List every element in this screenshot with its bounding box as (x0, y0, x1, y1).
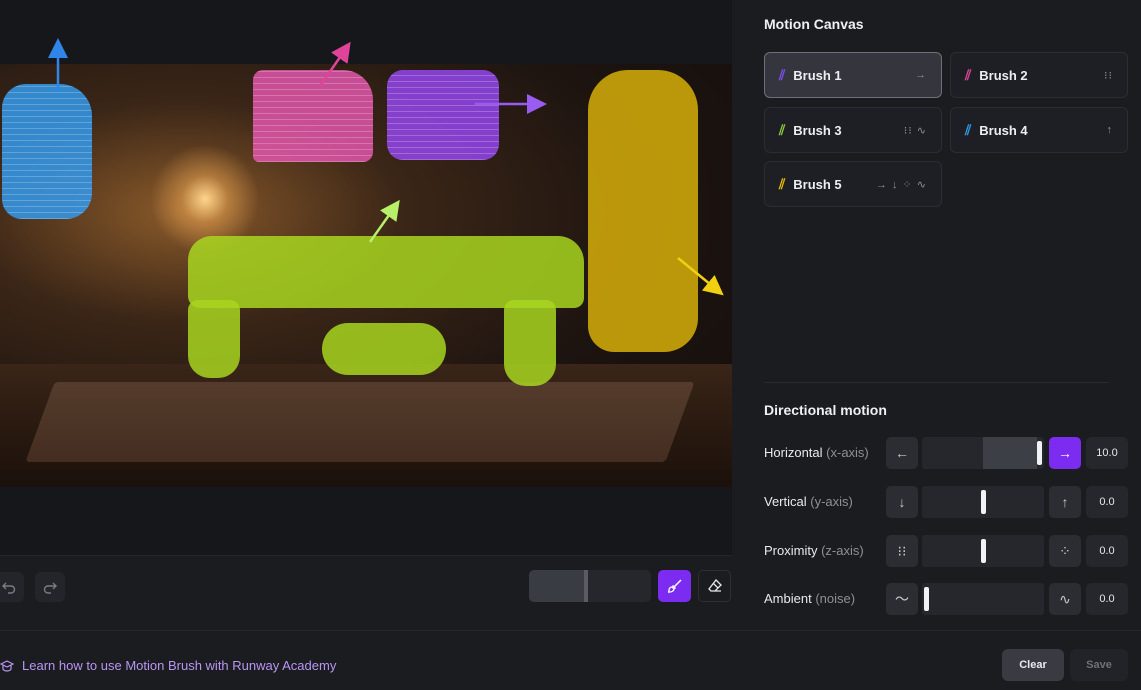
brush-settings-panel: Motion Canvas ⫽ Brush 1 → ⫽ Brush 2 ⁝⁝ ⫽… (732, 0, 1141, 690)
section-divider (764, 382, 1109, 383)
brush-1-color-icon: ⫽ (779, 66, 786, 83)
ambient-slider[interactable] (922, 583, 1044, 615)
brush-3-mask-leg-right (504, 300, 556, 386)
proximity-toward-button[interactable]: ⁘ (1049, 535, 1081, 567)
arrow-right-icon: → (1058, 445, 1072, 461)
brush-4-card[interactable]: ⫽ Brush 4 ↑ (950, 107, 1128, 153)
ambient-label: Ambient (noise) (764, 591, 856, 606)
horizontal-left-button[interactable]: ← (886, 437, 918, 469)
redo-icon (43, 582, 57, 594)
brush-2-motion-icons: ⁝⁝ (1104, 69, 1113, 82)
brush-2-color-icon: ⫽ (965, 66, 972, 83)
brush-3-mask (188, 236, 584, 308)
redo-button[interactable] (35, 572, 65, 602)
brush-2-mask (253, 70, 373, 162)
motion-canvas-area[interactable] (0, 0, 732, 555)
proximity-slider[interactable] (922, 535, 1044, 567)
footer-left: Learn how to use Motion Brush with Runwa… (0, 630, 732, 690)
brush-size-slider[interactable] (529, 570, 651, 602)
source-image[interactable] (0, 64, 732, 487)
horizontal-label: Horizontal (x-axis) (764, 445, 869, 460)
proximity-label: Proximity (z-axis) (764, 543, 864, 558)
vertical-value[interactable]: 0.0 (1086, 486, 1128, 518)
brush-size-fill (529, 570, 586, 602)
paintbrush-icon (667, 579, 682, 593)
undo-icon (2, 582, 16, 594)
footer-divider (732, 630, 1141, 631)
vertical-up-button[interactable]: ↑ (1049, 486, 1081, 518)
brush-tool-button[interactable] (658, 570, 691, 602)
brush-3-mask-center (322, 323, 446, 375)
horizontal-right-button[interactable]: → (1049, 437, 1081, 469)
clear-button[interactable]: Clear (1002, 649, 1064, 681)
ambient-low-button[interactable]: 〜 (886, 583, 918, 615)
motion-canvas-title: Motion Canvas (764, 16, 864, 32)
arrow-up-icon: ↑ (1061, 494, 1069, 510)
brush-5-color-icon: ⫽ (779, 175, 786, 192)
brush-3-card[interactable]: ⫽ Brush 3 ⁝⁝ ∿ (764, 107, 942, 153)
image-rug (25, 382, 695, 462)
proximity-away-icon: ⁝⁝ (897, 542, 907, 559)
ambient-motion-row: Ambient (noise) 〜 ∿ 0.0 (764, 583, 1129, 615)
proximity-motion-row: Proximity (z-axis) ⁝⁝ ⁘ 0.0 (764, 535, 1129, 567)
ambient-high-button[interactable]: ∿ (1049, 583, 1081, 615)
proximity-away-button[interactable]: ⁝⁝ (886, 535, 918, 567)
save-button[interactable]: Save (1070, 649, 1128, 681)
graduation-cap-icon (0, 659, 14, 672)
directional-motion-title: Directional motion (764, 402, 887, 418)
brush-4-label: Brush 4 (979, 122, 1028, 138)
brush-4-motion-icons: ↑ (1106, 124, 1113, 136)
wave-high-icon: ∿ (1059, 590, 1071, 607)
wave-low-icon: 〜 (895, 591, 909, 607)
brush-2-card[interactable]: ⫽ Brush 2 ⁝⁝ (950, 52, 1128, 98)
horizontal-value[interactable]: 10.0 (1086, 437, 1128, 469)
horizontal-slider[interactable] (922, 437, 1044, 469)
proximity-value[interactable]: 0.0 (1086, 535, 1128, 567)
horizontal-motion-row: Horizontal (x-axis) ← → 10.0 (764, 437, 1129, 469)
brush-3-mask-leg-left (188, 300, 240, 378)
arrow-down-icon: ↓ (898, 494, 906, 510)
brush-4-mask (2, 84, 92, 219)
brush-1-mask (387, 70, 499, 160)
brush-size-handle[interactable] (584, 570, 588, 602)
canvas-panel: Learn how to use Motion Brush with Runwa… (0, 0, 732, 690)
brush-5-mask (588, 70, 698, 352)
arrow-left-icon: ← (895, 445, 909, 461)
horizontal-slider-knob[interactable] (1037, 441, 1042, 465)
horizontal-slider-fill (983, 437, 1037, 469)
academy-link-label[interactable]: Learn how to use Motion Brush with Runwa… (22, 658, 336, 673)
brush-4-color-icon: ⫽ (965, 121, 972, 138)
vertical-motion-row: Vertical (y-axis) ↓ ↑ 0.0 (764, 486, 1129, 518)
vertical-slider[interactable] (922, 486, 1044, 518)
ambient-value[interactable]: 0.0 (1086, 583, 1128, 615)
brush-3-label: Brush 3 (793, 122, 842, 138)
academy-link[interactable]: Learn how to use Motion Brush with Runwa… (0, 658, 336, 673)
brush-5-label: Brush 5 (793, 176, 842, 192)
vertical-down-button[interactable]: ↓ (886, 486, 918, 518)
vertical-slider-knob[interactable] (981, 490, 986, 514)
proximity-slider-knob[interactable] (981, 539, 986, 563)
canvas-toolbar (0, 555, 732, 630)
eraser-tool-button[interactable] (698, 570, 731, 602)
brush-1-label: Brush 1 (793, 67, 842, 83)
brush-1-card[interactable]: ⫽ Brush 1 → (764, 52, 942, 98)
vertical-label: Vertical (y-axis) (764, 494, 853, 509)
eraser-icon (707, 579, 722, 592)
brush-3-color-icon: ⫽ (779, 121, 786, 138)
proximity-toward-icon: ⁘ (1059, 542, 1071, 559)
brush-2-label: Brush 2 (979, 67, 1028, 83)
brush-5-motion-icons: → ↓ ⁘ ∿ (875, 178, 927, 191)
brush-5-card[interactable]: ⫽ Brush 5 → ↓ ⁘ ∿ (764, 161, 942, 207)
brush-3-motion-icons: ⁝⁝ ∿ (903, 124, 927, 137)
ambient-slider-knob[interactable] (924, 587, 929, 611)
undo-button[interactable] (0, 572, 24, 602)
brush-1-motion-icons: → (915, 69, 927, 81)
